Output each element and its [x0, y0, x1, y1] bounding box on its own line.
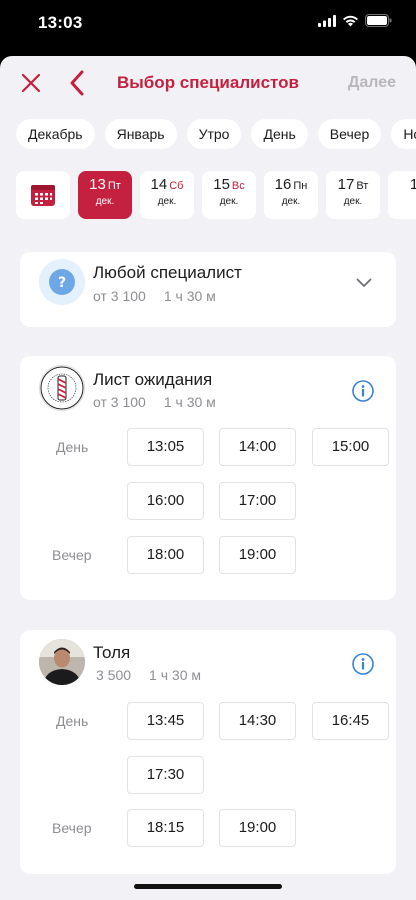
any-specialist-price: от 3 100 [93, 288, 146, 304]
waitlist-price: от 3 100 [93, 394, 146, 410]
filter-chips: Декабрь Январь Утро День Вечер Но [16, 119, 416, 149]
specialist-sheet: Выбор специалистов Далее Декабрь Январь … [0, 56, 416, 900]
tolya-day-label: День [56, 713, 89, 729]
waitlist-day-label: День [56, 439, 89, 455]
date-pill-17[interactable]: 17 Вт дек. [326, 171, 380, 219]
any-specialist-duration: 1 ч 30 м [163, 288, 216, 304]
calendar-button[interactable] [16, 171, 70, 219]
date-strip: 13 Пт дек. 14 Сб дек. 15 Вс дек. 16 Пн дек. … [16, 171, 416, 219]
time-slot[interactable]: 18:15 [127, 809, 204, 847]
time-slot[interactable]: 19:00 [219, 536, 296, 574]
info-icon[interactable] [352, 380, 374, 402]
time-slot[interactable]: 17:00 [219, 482, 296, 520]
tolya-evening-label: Вечер [52, 820, 92, 836]
wifi-icon [343, 15, 358, 26]
nav-bar: Выбор специалистов Далее [0, 56, 416, 112]
status-time: 13:03 [38, 13, 83, 32]
any-specialist-meta: от 3 100 1 ч 30 м [93, 288, 216, 304]
date-pill-next[interactable]: 1 [388, 171, 416, 219]
date-pill-13[interactable]: 13 Пт дек. [78, 171, 132, 219]
calendar-icon [31, 185, 55, 206]
tolya-meta: 3 500 1 ч 30 м [96, 667, 201, 683]
tolya-price: 3 500 [96, 667, 132, 683]
next-button[interactable]: Далее [348, 74, 396, 92]
waitlist-name: Лист ожидания [93, 370, 213, 389]
tolya-name: Толя [93, 643, 131, 662]
date-pill-15[interactable]: 15 Вс дек. [202, 171, 256, 219]
time-slot[interactable]: 14:00 [219, 428, 296, 466]
chip-day[interactable]: День [251, 119, 308, 149]
specialist-card-tolya: Толя 3 500 1 ч 30 м День 13:45 14:30 16:4… [20, 630, 396, 874]
barber-logo-icon [40, 366, 84, 410]
time-slot[interactable]: 19:00 [219, 809, 296, 847]
chip-december[interactable]: Декабрь [16, 119, 95, 149]
home-indicator[interactable] [134, 884, 282, 889]
chip-evening[interactable]: Вечер [317, 119, 382, 149]
any-specialist-avatar: ? [39, 259, 85, 305]
time-slot[interactable]: 18:00 [127, 536, 204, 574]
status-icons [318, 14, 392, 27]
tolya-avatar [39, 639, 85, 685]
chip-morning[interactable]: Утро [186, 119, 242, 149]
time-slot[interactable]: 13:45 [127, 702, 204, 740]
info-icon[interactable] [352, 653, 374, 675]
waitlist-card: Лист ожидания от 3 100 1 ч 30 м День 13:0… [20, 356, 396, 600]
time-slot[interactable]: 16:00 [127, 482, 204, 520]
date-pill-14[interactable]: 14 Сб дек. [140, 171, 194, 219]
status-bar: 13:03 [0, 0, 416, 50]
any-specialist-card[interactable]: ? Любой специалист от 3 100 1 ч 30 м [20, 252, 396, 327]
waitlist-evening-label: Вечер [52, 547, 92, 563]
time-slot[interactable]: 14:30 [219, 702, 296, 740]
battery-icon [365, 14, 392, 27]
time-slot[interactable]: 13:05 [127, 428, 204, 466]
chip-january[interactable]: Январь [104, 119, 177, 149]
waitlist-logo [39, 365, 85, 411]
person-photo-icon [39, 639, 85, 685]
tolya-duration: 1 ч 30 м [149, 667, 201, 683]
chip-more[interactable]: Но [391, 119, 416, 149]
waitlist-meta: от 3 100 1 ч 30 м [93, 394, 216, 410]
svg-text:?: ? [58, 275, 66, 291]
any-specialist-name: Любой специалист [93, 263, 242, 282]
date-pill-16[interactable]: 16 Пн дек. [264, 171, 318, 219]
waitlist-duration: 1 ч 30 м [163, 394, 216, 410]
chevron-down-icon[interactable] [356, 278, 372, 288]
signal-icon [318, 14, 336, 27]
time-slot[interactable]: 15:00 [312, 428, 389, 466]
time-slot[interactable]: 17:30 [127, 756, 204, 794]
question-icon: ? [49, 269, 75, 295]
time-slot[interactable]: 16:45 [312, 702, 389, 740]
